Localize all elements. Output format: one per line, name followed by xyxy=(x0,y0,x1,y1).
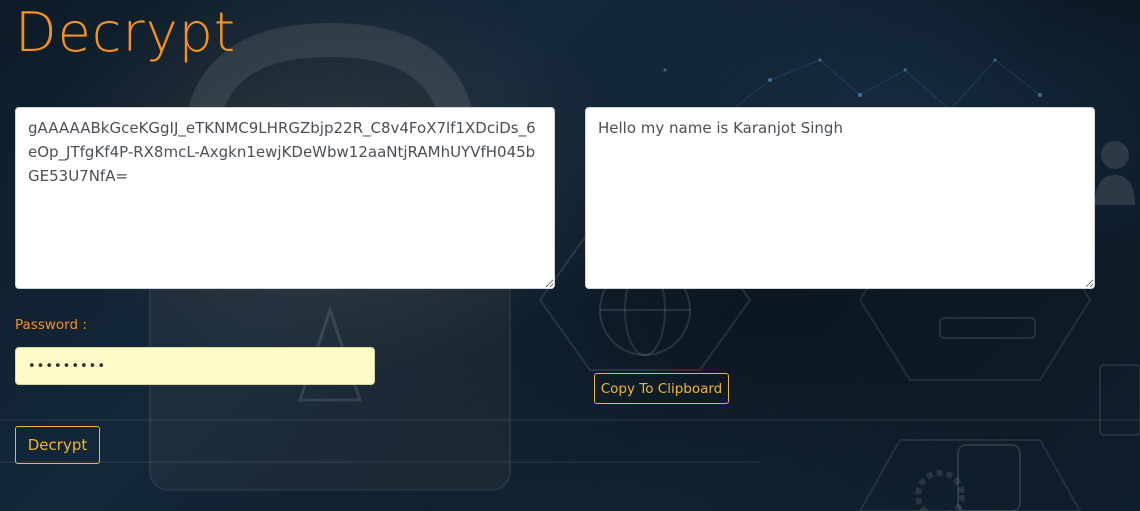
password-field[interactable] xyxy=(15,347,375,385)
password-label: Password : xyxy=(15,317,87,333)
plaintext-output[interactable]: Hello my name is Karanjot Singh xyxy=(585,107,1095,289)
decrypt-button[interactable]: Decrypt xyxy=(15,426,100,464)
ciphertext-input[interactable]: gAAAAABkGceKGgIJ_eTKNMC9LHRGZbjp22R_C8v4… xyxy=(15,107,555,289)
copy-to-clipboard-button[interactable]: Copy To Clipboard xyxy=(594,373,729,404)
page-title: Decrypt xyxy=(15,1,237,64)
